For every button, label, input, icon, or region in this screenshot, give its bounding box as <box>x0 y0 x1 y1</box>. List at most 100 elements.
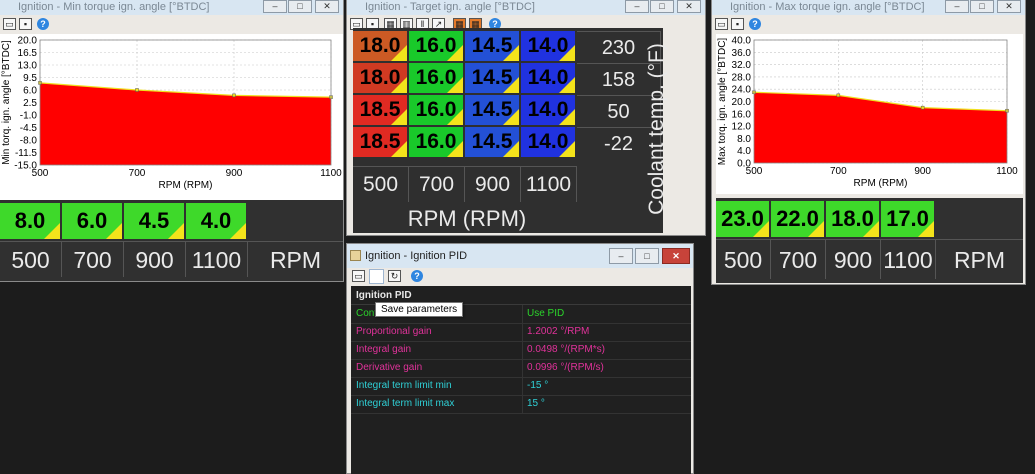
table-cell[interactable]: 18.5 <box>353 95 407 125</box>
rpm-axis-cell[interactable]: 900 <box>124 241 186 277</box>
min-torque-table: 8.0 6.0 4.5 4.0 500 700 900 1100 RPM <box>0 200 343 281</box>
param-value[interactable]: Use PID <box>527 308 564 319</box>
save-icon[interactable] <box>369 269 384 284</box>
pid-titlebar[interactable]: Ignition - Ignition PID – □ ✕ <box>347 244 693 268</box>
minimize-button[interactable]: – <box>625 0 649 13</box>
table-cell[interactable]: 14.0 <box>521 63 575 93</box>
rpm-axis-cell[interactable]: 900 <box>465 166 521 202</box>
row-axis-label: Coolant temp. (°F) <box>645 43 668 215</box>
save-icon[interactable]: ▪ <box>731 18 744 30</box>
table-cell[interactable]: 16.0 <box>409 31 463 61</box>
data-point[interactable] <box>836 93 841 98</box>
cell-value: 23.0 <box>721 206 764 231</box>
cell-value: 14.5 <box>471 130 513 153</box>
folder-open-icon[interactable]: ▭ <box>352 270 365 282</box>
table-cell[interactable]: 14.5 <box>465 63 519 93</box>
table-cell[interactable]: 8.0 <box>0 203 60 239</box>
help-icon[interactable]: ? <box>749 18 761 30</box>
window-title: Ignition - Target ign. angle [°BTDC] <box>365 1 535 13</box>
y-tick-label: -4.5 <box>20 123 38 134</box>
save-icon[interactable]: ▪ <box>19 18 32 30</box>
y-tick-label: -8.0 <box>20 136 38 147</box>
table-cell[interactable]: 14.5 <box>465 127 519 157</box>
minimize-button[interactable]: – <box>945 0 969 13</box>
table-cell[interactable]: 14.0 <box>521 127 575 157</box>
edit-marker <box>106 223 122 239</box>
param-value[interactable]: 15 ° <box>527 398 545 409</box>
folder-open-icon[interactable]: ▭ <box>3 18 16 30</box>
data-point[interactable] <box>920 105 925 110</box>
table-cell[interactable]: 4.5 <box>124 203 184 239</box>
data-point[interactable] <box>232 93 236 98</box>
minimize-button[interactable]: – <box>609 248 633 264</box>
table-cell[interactable]: 18.0 <box>353 63 407 93</box>
maximize-button[interactable]: □ <box>635 248 659 264</box>
pid-row[interactable]: Derivative gain 0.0996 °/(RPM/s) <box>351 359 691 378</box>
rpm-axis-cell[interactable]: 500 <box>716 239 771 279</box>
cell-value: 14.5 <box>471 34 513 57</box>
close-button[interactable]: ✕ <box>662 248 690 264</box>
table-cell[interactable]: 16.0 <box>409 127 463 157</box>
table-cell[interactable]: 16.0 <box>409 95 463 125</box>
min-torque-titlebar[interactable]: Ignition - Min torque ign. angle [°BTDC]… <box>0 0 343 15</box>
pid-row[interactable]: Integral term limit max 15 ° <box>351 395 691 414</box>
table-cell[interactable]: 14.0 <box>521 31 575 61</box>
app-icon <box>350 250 361 261</box>
pid-row[interactable]: Integral gain 0.0498 °/(RPM*s) <box>351 341 691 360</box>
edit-marker <box>230 223 246 239</box>
minimize-button[interactable]: – <box>263 0 287 13</box>
toolbar: ▭ ▪ ? <box>712 16 1025 34</box>
table-cell[interactable]: 17.0 <box>881 201 934 237</box>
rpm-axis-cell[interactable]: 1100 <box>881 239 936 279</box>
rpm-axis-cell[interactable]: 700 <box>62 241 124 277</box>
help-icon[interactable]: ? <box>411 270 423 282</box>
cell-value: 16.0 <box>415 98 457 121</box>
y-tick-label: -1.0 <box>20 111 38 122</box>
param-value[interactable]: -15 ° <box>527 380 548 391</box>
toolbar: ▭ ↻ ? <box>347 268 693 286</box>
rpm-axis-cell[interactable]: 700 <box>771 239 826 279</box>
table-cell[interactable]: 18.0 <box>826 201 879 237</box>
rpm-axis-cell[interactable]: 900 <box>826 239 881 279</box>
pid-row[interactable]: Integral term limit min -15 ° <box>351 377 691 396</box>
rpm-axis-cell[interactable]: 1100 <box>521 166 577 202</box>
y-tick-label: 9.5 <box>23 73 37 84</box>
maximize-button[interactable]: □ <box>970 0 994 13</box>
close-button[interactable]: ✕ <box>315 0 339 13</box>
cell-value: 16.0 <box>415 130 457 153</box>
table-cell[interactable]: 22.0 <box>771 201 824 237</box>
maximize-button[interactable]: □ <box>650 0 674 13</box>
data-point[interactable] <box>135 88 139 92</box>
reload-icon[interactable]: ↻ <box>388 270 401 282</box>
table-cell[interactable]: 18.5 <box>353 127 407 157</box>
max-torque-titlebar[interactable]: Ignition - Max torque ign. angle [°BTDC]… <box>712 0 1025 15</box>
table-cell[interactable]: 18.0 <box>353 31 407 61</box>
close-button[interactable]: ✕ <box>997 0 1021 13</box>
maximize-button[interactable]: □ <box>288 0 312 13</box>
rpm-axis-cell[interactable]: 1100 <box>186 241 248 277</box>
param-value[interactable]: 0.0498 °/(RPM*s) <box>527 344 605 355</box>
cell-value: 18.0 <box>359 34 401 57</box>
rpm-axis-cell[interactable]: 500 <box>353 166 409 202</box>
table-cell[interactable]: 14.0 <box>521 95 575 125</box>
table-cell[interactable]: 14.5 <box>465 31 519 61</box>
table-cell[interactable]: 6.0 <box>62 203 122 239</box>
y-tick-label: 4.0 <box>737 146 751 157</box>
table-cell[interactable]: 14.5 <box>465 95 519 125</box>
y-tick-label: 2.5 <box>23 98 37 109</box>
pid-row[interactable]: Proportional gain 1.2002 °/RPM <box>351 323 691 342</box>
rpm-axis-cell[interactable]: 500 <box>0 241 62 277</box>
param-value[interactable]: 1.2002 °/RPM <box>527 326 589 337</box>
folder-open-icon[interactable]: ▭ <box>715 18 728 30</box>
help-icon[interactable]: ? <box>37 18 49 30</box>
table-cell[interactable]: 4.0 <box>186 203 246 239</box>
x-tick-label: 1100 <box>320 168 342 179</box>
toolbar: ▭ ▪ ? <box>0 16 343 34</box>
rpm-axis-cell[interactable]: 700 <box>409 166 465 202</box>
target-titlebar[interactable]: Ignition - Target ign. angle [°BTDC] – □… <box>347 0 705 15</box>
x-tick-label: 500 <box>32 168 49 179</box>
param-value[interactable]: 0.0996 °/(RPM/s) <box>527 362 604 373</box>
close-button[interactable]: ✕ <box>677 0 701 13</box>
table-cell[interactable]: 16.0 <box>409 63 463 93</box>
table-cell[interactable]: 23.0 <box>716 201 769 237</box>
